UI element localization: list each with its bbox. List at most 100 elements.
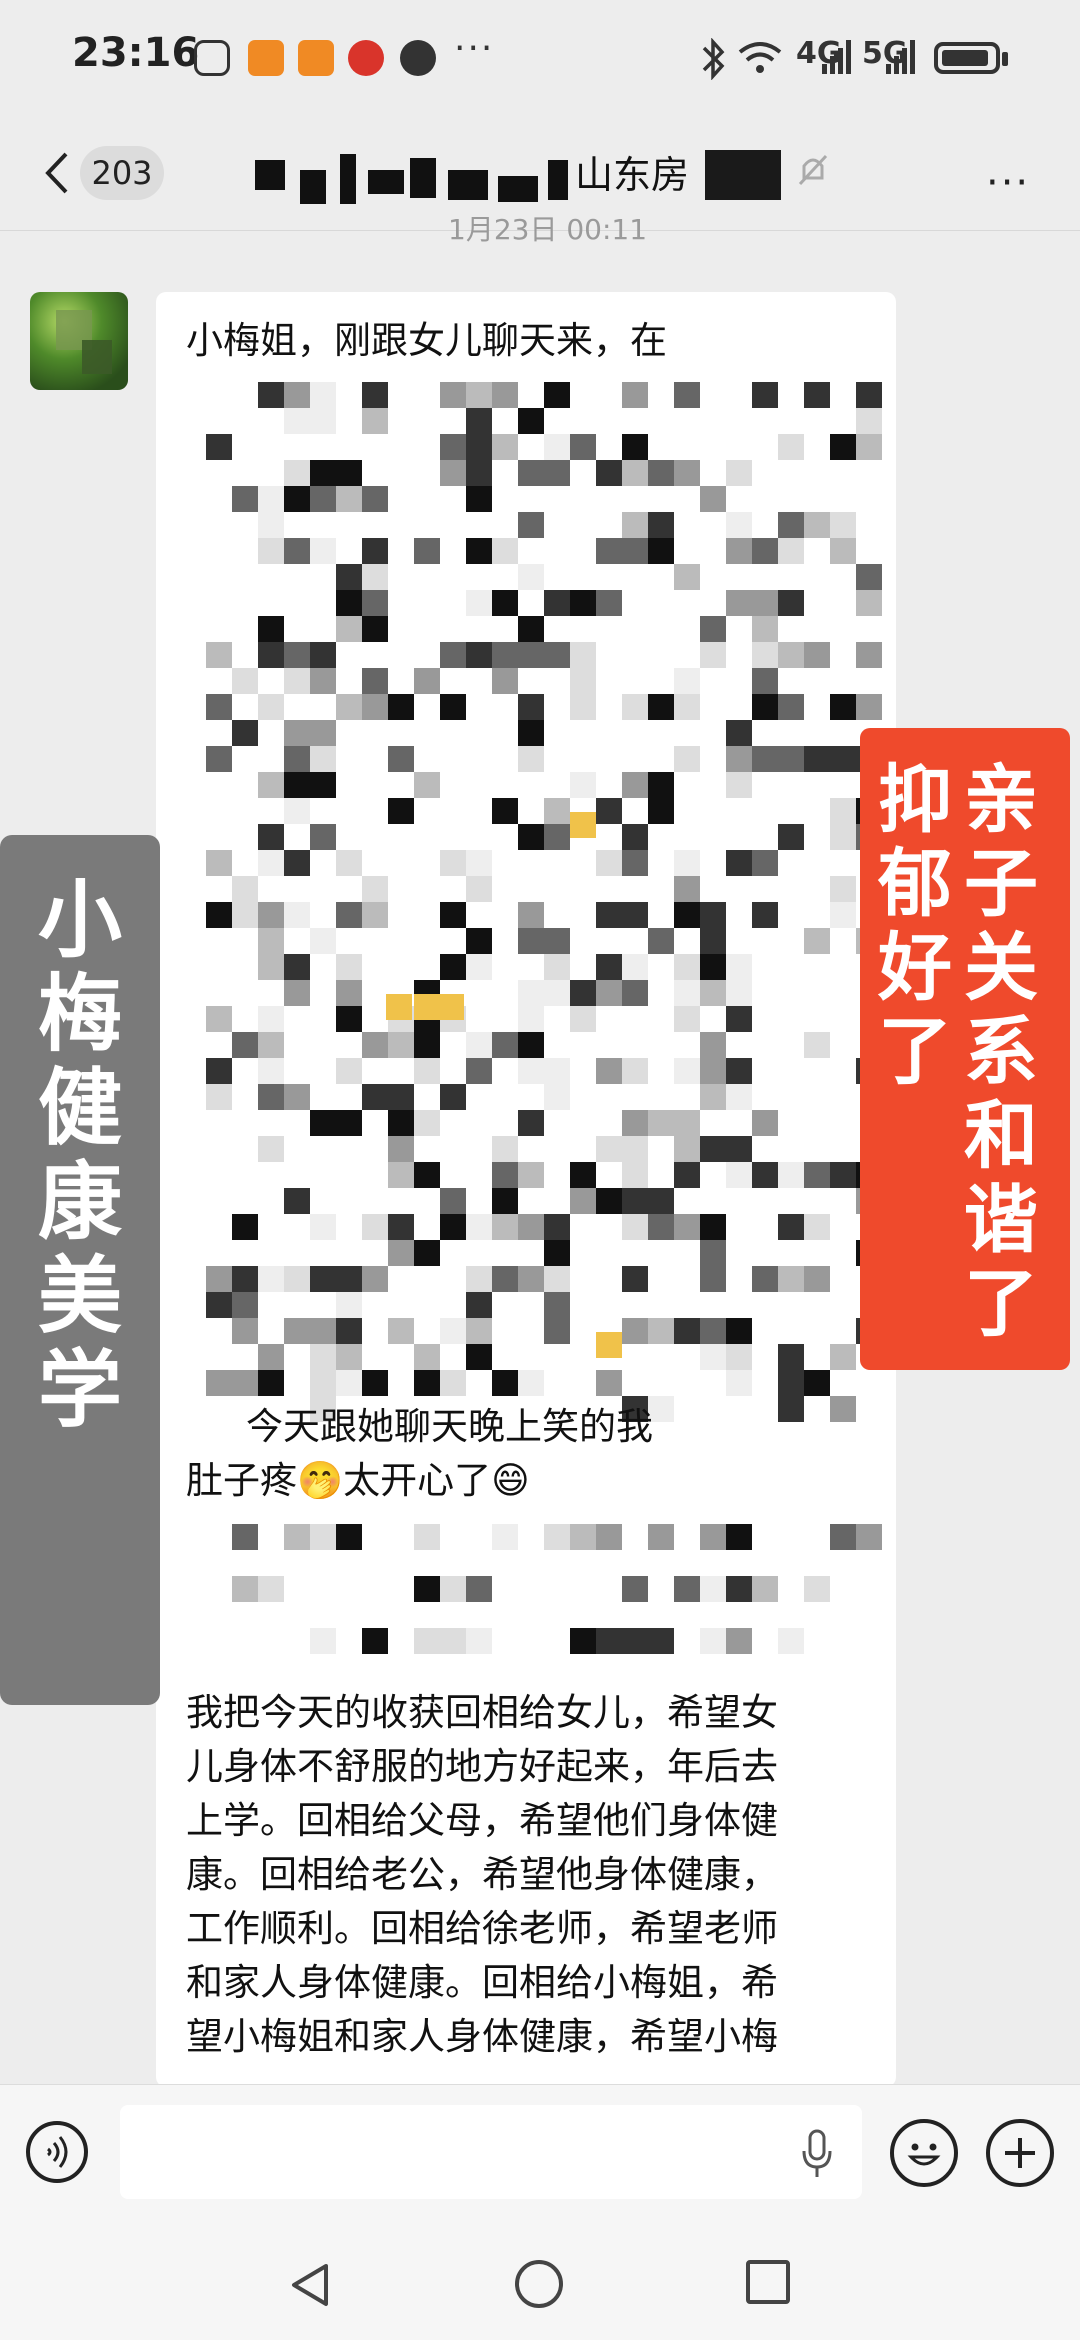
mosaic-pixel	[362, 1266, 388, 1292]
mosaic-pixel	[726, 1084, 752, 1110]
mosaic-pixel	[544, 1318, 570, 1344]
mosaic-pixel	[596, 1058, 622, 1084]
mosaic-pixel	[310, 772, 336, 798]
mosaic-pixel	[492, 642, 518, 668]
mosaic-pixel	[258, 616, 284, 642]
mosaic-pixel	[362, 486, 388, 512]
plus-icon[interactable]	[986, 2119, 1054, 2187]
mosaic-pixel	[466, 590, 492, 616]
mosaic-pixel	[778, 512, 804, 538]
sender-avatar[interactable]	[30, 292, 128, 390]
mosaic-pixel	[830, 694, 856, 720]
mosaic-pixel	[648, 460, 674, 486]
mosaic-pixel	[336, 1524, 362, 1550]
signal-icon	[822, 40, 851, 74]
message-input[interactable]	[120, 2105, 862, 2199]
mosaic-pixel	[674, 694, 700, 720]
mosaic-pixel	[284, 954, 310, 980]
message-bubble[interactable]: 小梅姐，刚跟女儿聊天来，在 今天跟她聊天晚上笑的我 肚子疼🤭太开心了😄 我把今天…	[156, 292, 896, 2087]
message-line: 小梅姐，刚跟女儿聊天来，在	[186, 319, 667, 362]
mosaic-pixel	[700, 1032, 726, 1058]
caption-text: 抑郁好了	[878, 757, 952, 1095]
mosaic-pixel	[804, 382, 830, 408]
red-app-notification-icon	[348, 40, 384, 76]
nav-recents-icon[interactable]	[746, 2260, 790, 2304]
voice-icon[interactable]	[26, 2121, 88, 2183]
mosaic-pixel	[362, 1370, 388, 1396]
mosaic-pixel	[752, 850, 778, 876]
unread-count-badge[interactable]: 203	[80, 146, 164, 200]
mosaic-pixel	[336, 1058, 362, 1084]
mosaic-pixel	[310, 1110, 336, 1136]
mosaic-pixel	[752, 1266, 778, 1292]
mosaic-pixel	[518, 746, 544, 772]
mosaic-pixel	[206, 694, 232, 720]
system-navigation-bar	[0, 2226, 1080, 2340]
mosaic-pixel	[284, 1266, 310, 1292]
mosaic-pixel	[622, 824, 648, 850]
mosaic-pixel	[518, 824, 544, 850]
mosaic-pixel	[622, 1214, 648, 1240]
mosaic-pixel	[466, 460, 492, 486]
mosaic-pixel	[674, 1162, 700, 1188]
mosaic-pixel	[362, 538, 388, 564]
mosaic-pixel	[830, 824, 856, 850]
mosaic-pixel	[804, 1214, 830, 1240]
mosaic-pixel	[674, 876, 700, 902]
mosaic-pixel	[622, 1628, 648, 1654]
mosaic-pixel	[388, 1214, 414, 1240]
more-options-button[interactable]: ···	[986, 160, 1030, 206]
mosaic-pixel	[726, 1576, 752, 1602]
mosaic-pixel	[440, 694, 466, 720]
mosaic-pixel	[648, 1188, 674, 1214]
paragraph-line: 望小梅姐和家人身体健康，希望小梅	[186, 2015, 778, 2058]
mosaic-pixel	[726, 772, 752, 798]
mosaic-pixel	[336, 980, 362, 1006]
mosaic-pixel	[284, 1318, 310, 1344]
mosaic-pixel	[310, 642, 336, 668]
mosaic-pixel	[804, 1266, 830, 1292]
mosaic-pixel	[648, 928, 674, 954]
mosaic-pixel	[752, 694, 778, 720]
mic-icon[interactable]	[800, 2129, 834, 2179]
censor-block	[368, 170, 404, 194]
mosaic-pixel	[700, 1058, 726, 1084]
mosaic-pixel	[310, 720, 336, 746]
chat-notification-icon	[400, 40, 436, 76]
mosaic-pixel	[466, 928, 492, 954]
mosaic-pixel	[310, 1214, 336, 1240]
mosaic-pixel	[518, 1032, 544, 1058]
mosaic-pixel	[674, 1006, 700, 1032]
mosaic-pixel	[830, 1162, 856, 1188]
mosaic-pixel	[544, 928, 570, 954]
wifi-icon	[738, 42, 782, 73]
watermark-text: 小梅健康美学	[37, 871, 122, 1439]
mosaic-pixel	[466, 1318, 492, 1344]
mosaic-pixel	[440, 1318, 466, 1344]
mosaic-pixel	[648, 1318, 674, 1344]
nav-home-icon[interactable]	[515, 2260, 563, 2308]
mosaic-pixel	[544, 980, 570, 1006]
mosaic-pixel	[466, 1628, 492, 1654]
nav-back-icon[interactable]	[286, 2260, 336, 2310]
battery-icon	[934, 42, 1000, 74]
paragraph-line: 康。回相给老公，希望他身体健康，	[186, 1853, 778, 1896]
mosaic-pixel	[622, 512, 648, 538]
mosaic-pixel	[232, 1524, 258, 1550]
mosaic-pixel	[336, 1266, 362, 1292]
mosaic-pixel	[518, 564, 544, 590]
mosaic-pixel	[310, 408, 336, 434]
mosaic-pixel	[310, 928, 336, 954]
emoji-icon[interactable]	[890, 2119, 958, 2187]
mosaic-pixel	[492, 1214, 518, 1240]
mosaic-pixel	[596, 954, 622, 980]
mosaic-pixel	[726, 512, 752, 538]
mosaic-pixel	[544, 954, 570, 980]
mosaic-pixel	[440, 1084, 466, 1110]
mosaic-pixel	[804, 746, 830, 772]
mosaic-pixel	[414, 1240, 440, 1266]
chevron-left-icon[interactable]	[38, 148, 74, 198]
mosaic-pixel	[492, 382, 518, 408]
mosaic-pixel	[622, 1162, 648, 1188]
mosaic-pixel	[284, 746, 310, 772]
